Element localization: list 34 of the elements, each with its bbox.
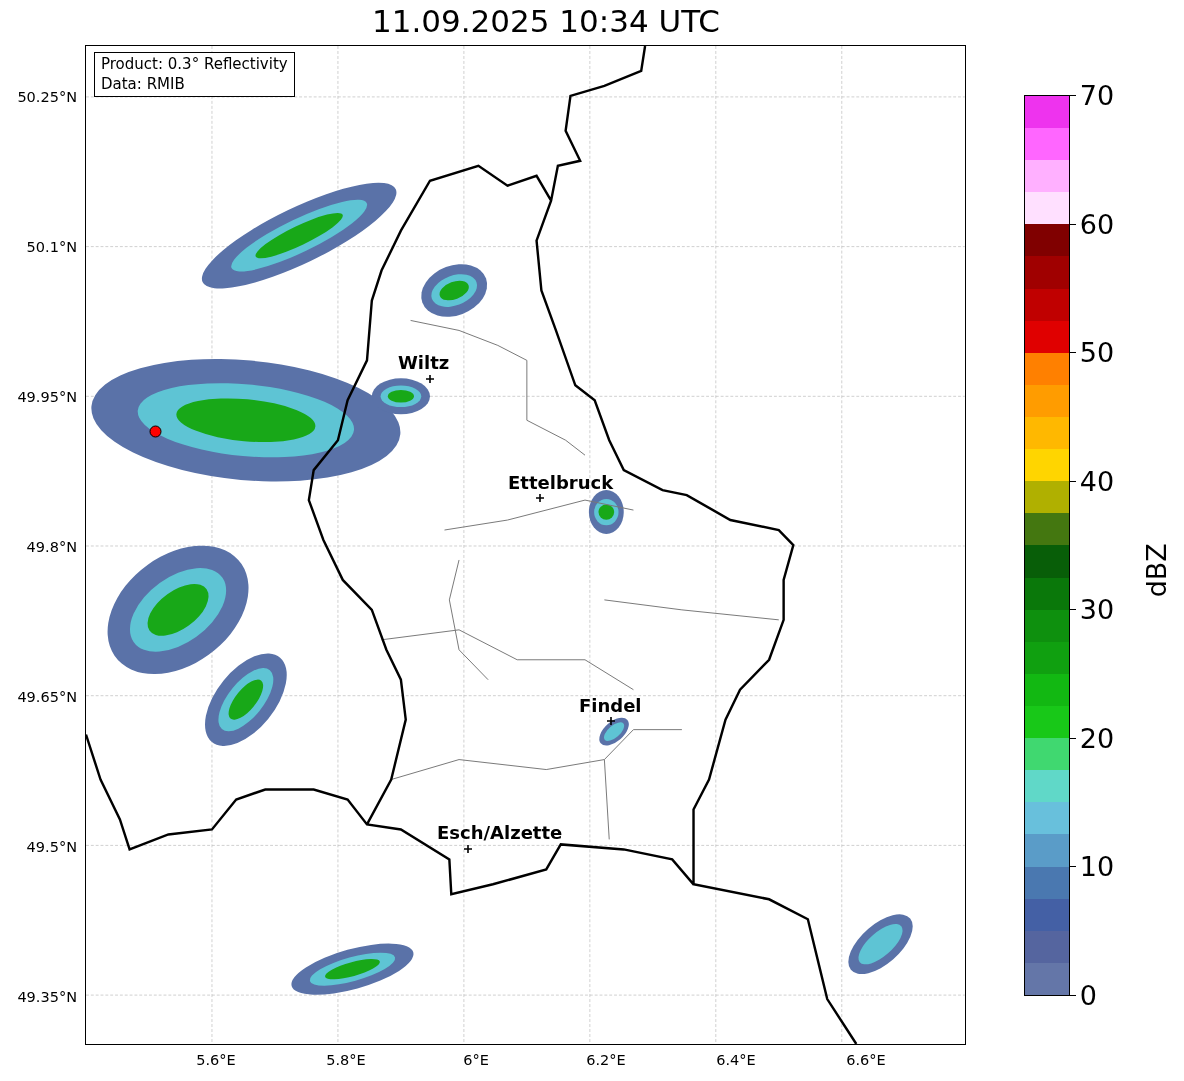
info-text: Product: 0.3° Reflectivity xyxy=(101,55,288,75)
colorbar-tick-label: 30 xyxy=(1079,595,1115,623)
colorbar-label: dBZ xyxy=(1139,542,1173,598)
latitude-label: 49.95°N xyxy=(17,389,77,405)
longitude-label: 6.2°E xyxy=(586,1053,626,1068)
city-label: Wiltz xyxy=(398,354,450,372)
longitude-label: 6.4°E xyxy=(716,1053,756,1068)
colorbar-tick-label: 50 xyxy=(1079,338,1115,366)
info-text: Data: RMIB xyxy=(101,74,186,94)
colorbar-tick-label: 0 xyxy=(1079,981,1097,1009)
city-label: Ettelbruck xyxy=(508,474,614,492)
latitude-label: 49.5°N xyxy=(26,839,77,855)
city-marker-icon xyxy=(607,717,615,725)
colorbar-tick-label: 10 xyxy=(1079,852,1115,880)
latitude-label: 49.35°N xyxy=(17,989,77,1005)
city-label: Findel xyxy=(579,697,642,715)
chart-title: 11.09.2025 10:34 UTC xyxy=(372,6,720,37)
colorbar-tick-label: 70 xyxy=(1079,81,1115,109)
longitude-label: 6°E xyxy=(463,1053,489,1068)
location-dot-icon xyxy=(149,425,162,438)
longitude-label: 6.6°E xyxy=(846,1053,886,1068)
latitude-label: 50.1°N xyxy=(26,239,77,255)
colorbar-tick-label: 60 xyxy=(1079,210,1115,238)
city-marker-icon xyxy=(464,845,472,853)
colorbar-tick-label: 20 xyxy=(1079,724,1115,752)
city-label: Esch/Alzette xyxy=(437,824,563,842)
latitude-label: 49.8°N xyxy=(26,539,77,555)
latitude-label: 49.65°N xyxy=(17,689,77,705)
city-marker-icon xyxy=(426,375,434,383)
longitude-label: 5.8°E xyxy=(326,1053,366,1068)
latitude-label: 50.25°N xyxy=(17,89,77,105)
colorbar-tick-label: 40 xyxy=(1079,467,1115,495)
longitude-label: 5.6°E xyxy=(196,1053,236,1068)
city-marker-icon xyxy=(536,494,544,502)
